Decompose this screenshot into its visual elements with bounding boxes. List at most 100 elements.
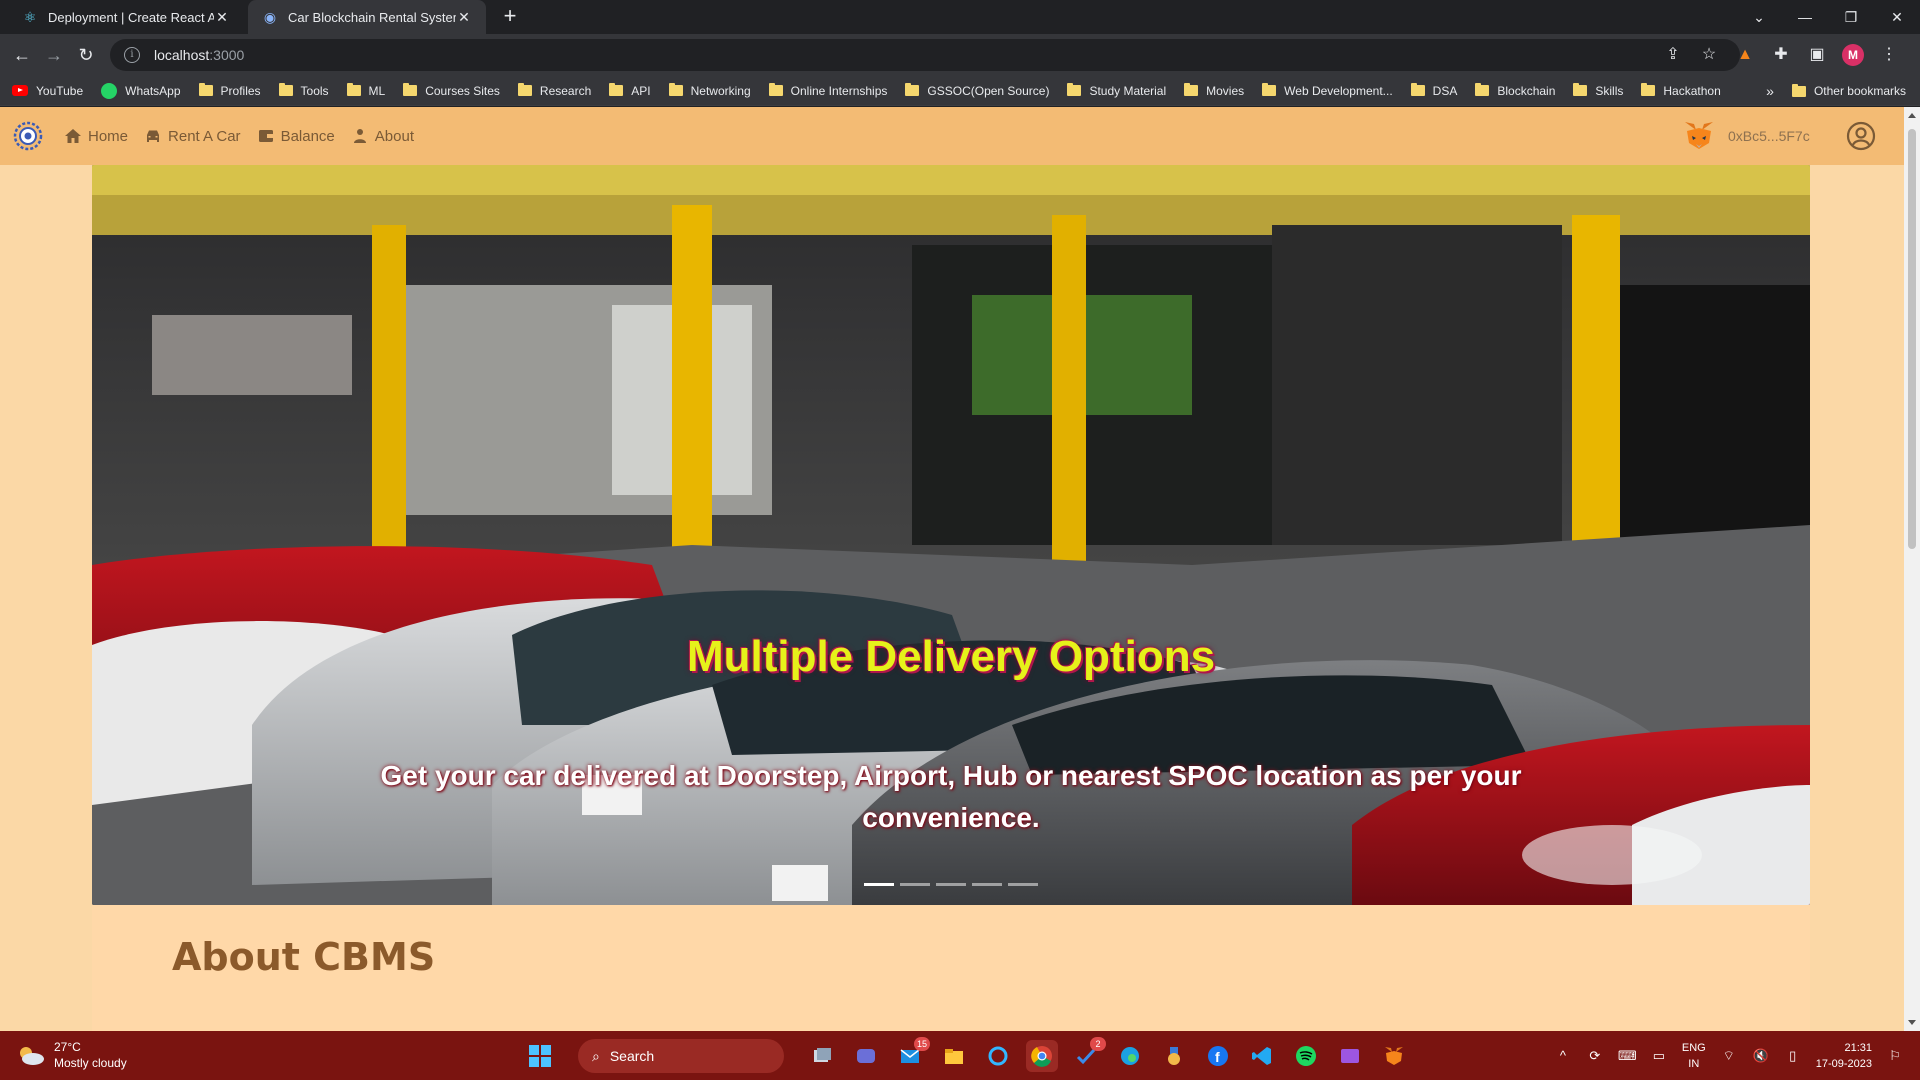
- user-account-icon[interactable]: [1846, 121, 1876, 151]
- bookmark-folder[interactable]: Tools: [278, 83, 329, 98]
- bookmark-label: Profiles: [220, 83, 261, 98]
- notification-icon[interactable]: ⚐: [1886, 1047, 1904, 1065]
- edge-icon[interactable]: [1114, 1040, 1146, 1072]
- lang-region: IN: [1688, 1058, 1700, 1070]
- clock[interactable]: 21:31 17-09-2023: [1816, 1040, 1872, 1072]
- site-info-icon[interactable]: i: [124, 47, 140, 63]
- tab-deployment[interactable]: ⚛ Deployment | Create React App ✕: [8, 0, 244, 34]
- todo-icon[interactable]: 2: [1070, 1037, 1106, 1072]
- carousel-indicator[interactable]: [900, 883, 930, 886]
- bookmark-label: Other bookmarks: [1813, 84, 1906, 98]
- bookmark-folder[interactable]: Research: [517, 83, 592, 98]
- bookmark-folder[interactable]: Blockchain: [1475, 83, 1555, 98]
- minimize-button[interactable]: —: [1782, 0, 1828, 34]
- share-icon[interactable]: ⇪: [1662, 44, 1684, 66]
- side-panel-icon[interactable]: ▣: [1806, 44, 1828, 66]
- display-icon[interactable]: ▭: [1650, 1047, 1668, 1065]
- bookmark-folder[interactable]: API: [609, 83, 651, 98]
- bookmark-youtube[interactable]: YouTube: [12, 84, 83, 98]
- carousel-indicator[interactable]: [972, 883, 1002, 886]
- bookmark-folder[interactable]: Study Material: [1067, 83, 1166, 98]
- forward-icon[interactable]: →: [42, 43, 66, 67]
- keyboard-icon[interactable]: ⌨: [1618, 1047, 1637, 1065]
- bookmark-folder[interactable]: Profiles: [198, 83, 261, 98]
- bookmark-folder[interactable]: Web Development...: [1262, 83, 1393, 98]
- metamask-extension-icon[interactable]: ▲: [1734, 44, 1756, 66]
- bookmark-folder[interactable]: Skills: [1573, 83, 1623, 98]
- vscode-icon[interactable]: [1246, 1040, 1278, 1072]
- search-label: Search: [609, 1048, 655, 1064]
- bookmark-folder[interactable]: Movies: [1184, 83, 1244, 98]
- nav-about-label: About: [374, 127, 414, 145]
- nav-balance[interactable]: Balance: [257, 127, 335, 145]
- wifi-icon[interactable]: ⌔: [1720, 1047, 1738, 1065]
- bookmark-whatsapp[interactable]: WhatsApp: [101, 82, 181, 99]
- folder-icon: [1641, 83, 1656, 96]
- language-indicator[interactable]: ENG IN: [1682, 1040, 1706, 1072]
- scroll-up-arrow-icon[interactable]: [1908, 113, 1916, 118]
- profile-avatar[interactable]: M: [1842, 44, 1864, 66]
- carousel-indicator[interactable]: [936, 883, 966, 886]
- nav-home[interactable]: Home: [64, 127, 128, 145]
- bookmark-folder[interactable]: ML: [346, 83, 385, 98]
- bookmark-folder[interactable]: Courses Sites: [403, 83, 500, 98]
- app-logo-icon[interactable]: [12, 120, 44, 152]
- scrollbar-thumb[interactable]: [1908, 129, 1916, 549]
- address-bar[interactable]: i localhost:3000: [110, 39, 1740, 71]
- volume-muted-icon[interactable]: 🔇: [1752, 1047, 1770, 1065]
- bookmark-label: Web Development...: [1284, 83, 1393, 98]
- bookmark-folder[interactable]: Online Internships: [768, 83, 887, 98]
- battery-icon[interactable]: ▯: [1784, 1047, 1802, 1065]
- tab-car-rental[interactable]: ◉ Car Blockchain Rental System ✕: [248, 0, 486, 34]
- close-tab-icon[interactable]: ✕: [214, 9, 230, 25]
- cortana-icon[interactable]: [982, 1040, 1014, 1072]
- back-icon[interactable]: ←: [10, 43, 34, 67]
- rewards-medal-icon[interactable]: [1158, 1040, 1190, 1072]
- carousel-indicators: [864, 883, 1038, 886]
- about-heading: About CBMS: [172, 935, 436, 979]
- bookmark-folder[interactable]: Networking: [668, 83, 751, 98]
- carousel-indicator[interactable]: [864, 883, 894, 886]
- restore-button[interactable]: ❐: [1828, 0, 1874, 34]
- bookmark-label: Research: [539, 83, 592, 98]
- nav-rent-a-car[interactable]: Rent A Car: [144, 127, 241, 145]
- bookmark-folder[interactable]: DSA: [1410, 83, 1457, 98]
- close-window-button[interactable]: ✕: [1874, 0, 1920, 34]
- metamask-taskbar-icon[interactable]: [1378, 1040, 1410, 1072]
- mail-icon[interactable]: 15: [894, 1037, 930, 1072]
- bookmark-folder[interactable]: GSSOC(Open Source): [905, 83, 1049, 98]
- tab-search-icon[interactable]: ⌄: [1736, 0, 1782, 34]
- menu-icon[interactable]: ⋮: [1878, 44, 1900, 66]
- scroll-down-arrow-icon[interactable]: [1908, 1020, 1916, 1025]
- carousel-indicator[interactable]: [1008, 883, 1038, 886]
- cloudy-weather-icon: [20, 1047, 44, 1065]
- teams-chat-icon[interactable]: [850, 1040, 882, 1072]
- folder-icon: [346, 83, 361, 96]
- weather-temp: 27°C: [54, 1040, 81, 1054]
- bookmark-folder[interactable]: Hackathon: [1641, 83, 1721, 98]
- reload-icon[interactable]: ↻: [74, 43, 98, 67]
- sync-icon[interactable]: ⟳: [1586, 1047, 1604, 1065]
- other-bookmarks[interactable]: Other bookmarks: [1791, 83, 1906, 98]
- new-tab-button[interactable]: +: [498, 5, 522, 29]
- nav-about[interactable]: About: [351, 127, 414, 145]
- clipchamp-icon[interactable]: [1334, 1040, 1366, 1072]
- chrome-icon[interactable]: [1026, 1040, 1058, 1072]
- tab-title: Car Blockchain Rental System: [288, 9, 456, 25]
- extensions-icon[interactable]: ✚: [1770, 44, 1792, 66]
- facebook-icon[interactable]: f: [1202, 1040, 1234, 1072]
- svg-text:f: f: [1215, 1049, 1220, 1065]
- hero-carousel[interactable]: Multiple Delivery Options Get your car d…: [92, 165, 1810, 905]
- taskbar-search[interactable]: ⌕ Search: [578, 1039, 784, 1073]
- chevron-up-icon[interactable]: ^: [1554, 1047, 1572, 1065]
- wallet-connect[interactable]: 0xBc5...5F7c: [1682, 119, 1810, 153]
- chevron-right-icon[interactable]: »: [1766, 83, 1774, 99]
- weather-widget[interactable]: 27°C Mostly cloudy: [16, 1039, 127, 1071]
- bookmark-star-icon[interactable]: ☆: [1698, 44, 1720, 66]
- close-tab-icon[interactable]: ✕: [456, 9, 472, 25]
- task-view-icon[interactable]: [806, 1040, 838, 1072]
- page-scrollbar[interactable]: [1904, 107, 1920, 1031]
- spotify-icon[interactable]: [1290, 1040, 1322, 1072]
- file-explorer-icon[interactable]: [938, 1040, 970, 1072]
- windows-start-icon[interactable]: [524, 1040, 556, 1072]
